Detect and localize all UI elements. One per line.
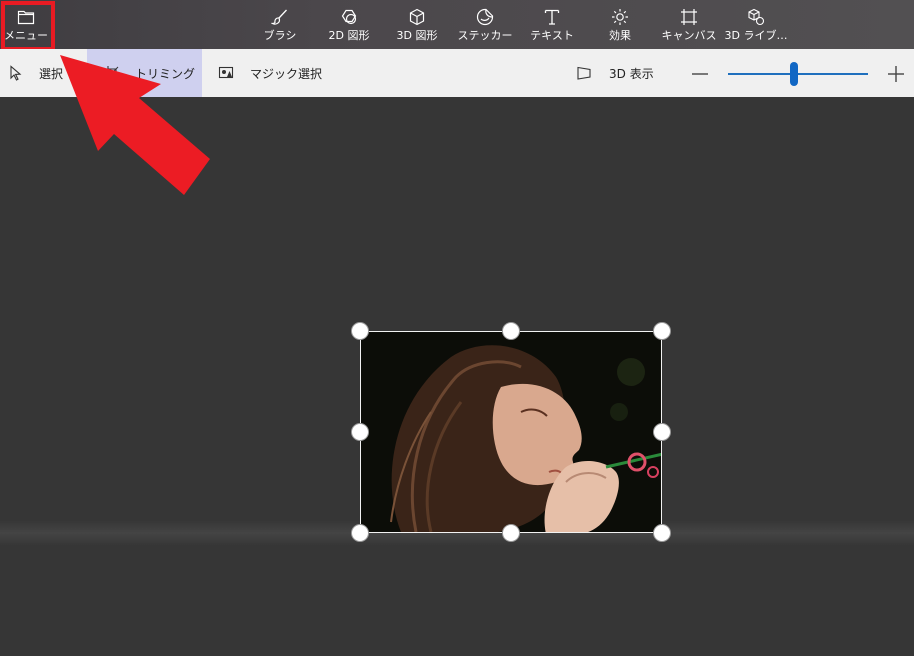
top-toolbar: メニュー ブラシ 2D 図形 3D 図形 ステッカー テキスト 効果 キャンバス… bbox=[0, 0, 914, 51]
tool-label: 2D 図形 bbox=[328, 29, 370, 42]
resize-handle-left[interactable] bbox=[351, 423, 369, 441]
tool-label: 3D ライブ… bbox=[724, 29, 788, 42]
tool-label: ブラシ bbox=[263, 29, 297, 42]
resize-handle-top-right[interactable] bbox=[653, 322, 671, 340]
zoom-out-icon[interactable] bbox=[688, 62, 712, 86]
tool-stickers[interactable]: ステッカー bbox=[457, 0, 513, 49]
tool-label: 3D 図形 bbox=[396, 29, 438, 42]
tool-label: 効果 bbox=[609, 29, 631, 42]
resize-handle-bottom-left[interactable] bbox=[351, 524, 369, 542]
magic-select-button[interactable]: マジック選択 bbox=[218, 49, 322, 97]
resize-handle-bottom[interactable] bbox=[502, 524, 520, 542]
resize-handle-top[interactable] bbox=[502, 322, 520, 340]
red-arrow-annotation bbox=[60, 55, 210, 195]
resize-handle-bottom-right[interactable] bbox=[653, 524, 671, 542]
sticker-icon bbox=[476, 8, 494, 26]
tool-brush[interactable]: ブラシ bbox=[256, 0, 304, 49]
woman-blowing-bubbles-image bbox=[361, 332, 661, 532]
resize-handle-top-left[interactable] bbox=[351, 322, 369, 340]
3d-view-icon bbox=[577, 66, 591, 80]
magic-select-label: マジック選択 bbox=[250, 66, 323, 81]
resize-handle-right[interactable] bbox=[653, 423, 671, 441]
view-3d-label: 3D 表示 bbox=[609, 66, 654, 81]
2d-shapes-icon bbox=[341, 9, 357, 25]
zoom-slider-thumb[interactable] bbox=[789, 62, 798, 86]
tool-3d-library[interactable]: 3D ライブ… bbox=[724, 0, 788, 49]
zoom-in-icon[interactable] bbox=[884, 62, 908, 86]
3d-shapes-icon bbox=[409, 8, 425, 26]
tool-label: テキスト bbox=[530, 29, 574, 42]
text-icon bbox=[544, 9, 560, 25]
zoom-slider-track[interactable] bbox=[728, 73, 868, 75]
canvas-icon bbox=[681, 9, 697, 25]
select-button[interactable]: 選択 bbox=[8, 49, 63, 97]
tool-label: キャンバス bbox=[661, 29, 717, 42]
tool-3d-shapes[interactable]: 3D 図形 bbox=[390, 0, 444, 49]
effects-icon bbox=[612, 9, 628, 25]
3d-library-icon bbox=[748, 8, 765, 26]
tool-effects[interactable]: 効果 bbox=[598, 0, 642, 49]
tool-text[interactable]: テキスト bbox=[526, 0, 578, 49]
menu-highlight-box bbox=[1, 1, 55, 51]
tool-canvas[interactable]: キャンバス bbox=[661, 0, 717, 49]
magic-select-icon bbox=[218, 66, 234, 79]
view-3d-button[interactable]: 3D 表示 bbox=[576, 49, 654, 97]
cursor-arrow-icon bbox=[10, 65, 22, 81]
canvas-image[interactable] bbox=[360, 331, 662, 533]
tool-2d-shapes[interactable]: 2D 図形 bbox=[322, 0, 376, 49]
brush-icon bbox=[271, 9, 287, 25]
tool-label: ステッカー bbox=[457, 29, 513, 42]
